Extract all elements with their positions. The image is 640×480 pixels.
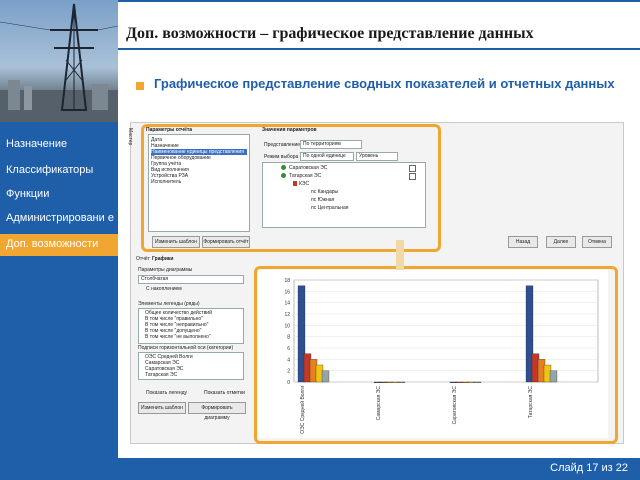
show-labels-checkbox[interactable]: Показать отметки [204,390,245,396]
bar [321,370,330,383]
diagram-params-label: Параметры диаграммы [138,267,193,273]
x-tick-label: Саратовская ЭС [452,386,458,425]
chart-panel: 0 2 4 6 8 10 12 14 16 18 ОЭС Средней Волги Самарска… [258,270,608,438]
x-tick-label: Татарская ЭС [528,386,534,419]
nav-item-extra-features[interactable]: Доп. возможности [0,234,118,256]
legend-item[interactable]: В том числе "не выполнено" [145,334,211,340]
category-item[interactable]: Татарская ЭС [145,372,177,378]
back-button[interactable]: Назад [508,236,538,248]
bar [549,370,558,383]
nav-item-functions[interactable]: Функции [6,188,49,200]
wizard-side-label: Мастер [127,128,133,146]
sidebar: Назначение Классификаторы Функции Админи… [0,0,118,480]
nav-active-label: Доп. возможности [6,238,99,250]
settings-highlight-frame [141,124,441,252]
show-legend-checkbox[interactable]: Показать легенду [146,390,187,396]
y-tick-label: 18 [284,278,290,284]
cancel-button[interactable]: Отмена [582,236,612,248]
header-divider [118,48,640,50]
x-tick-label: Самарская ЭС [376,386,382,421]
nav-item-classifiers[interactable]: Классификаторы [6,164,93,176]
nav-item-administration[interactable]: Администрировани е [6,212,116,226]
top-accent-bar [118,0,640,2]
nav-item-purpose[interactable]: Назначение [6,138,67,150]
y-tick-label: 4 [287,357,290,363]
chart-type-select[interactable]: Столбчатая [138,275,244,284]
tab-report[interactable]: Отчёт [136,256,150,262]
legend-items-list[interactable]: Общее количество действий В том числе "п… [138,308,244,344]
subtitle: Графическое представление сводных показа… [154,76,615,91]
build-diagram-button[interactable]: Формировать диаграмму [188,402,246,421]
bullet-icon [136,82,144,90]
slide-number: Слайд 17 из 22 [550,462,628,474]
y-tick-label: 16 [284,289,290,295]
header-photo [0,0,118,122]
cumulative-checkbox-label[interactable]: С накоплением [146,286,182,292]
y-tick-label: 10 [284,323,290,329]
change-template-button-2[interactable]: Изменить шаблон [138,402,186,414]
categories-list[interactable]: ОЭС Средней Волги Самарская ЭС Саратовск… [138,352,244,380]
tab-charts[interactable]: Графики [152,256,174,262]
bar-chart: 0 2 4 6 8 10 12 14 16 18 ОЭС Средней Волги Самарска… [284,278,599,434]
legend-items-label: Элементы легенды (ряды) [138,301,200,307]
y-tick-label: 0 [287,380,290,386]
power-tower-image [0,3,118,122]
footer: Слайд 17 из 22 [118,458,640,480]
y-tick-label: 12 [284,312,290,318]
page-title: Доп. возможности – графическое представл… [126,25,534,42]
horizontal-axis-label: Подписи горизонтальной оси (категории) [138,345,234,351]
y-tick-label: 6 [287,346,290,352]
y-tick-label: 8 [287,335,290,341]
y-tick-label: 2 [287,369,290,375]
bar [397,381,406,383]
bar [473,381,482,383]
y-tick-label: 14 [284,301,290,307]
next-button[interactable]: Далее [546,236,576,248]
plot-area [293,279,599,383]
chart-type-value: Столбчатая [141,276,169,282]
x-tick-label: ОЭС Средней Волги [299,386,306,434]
